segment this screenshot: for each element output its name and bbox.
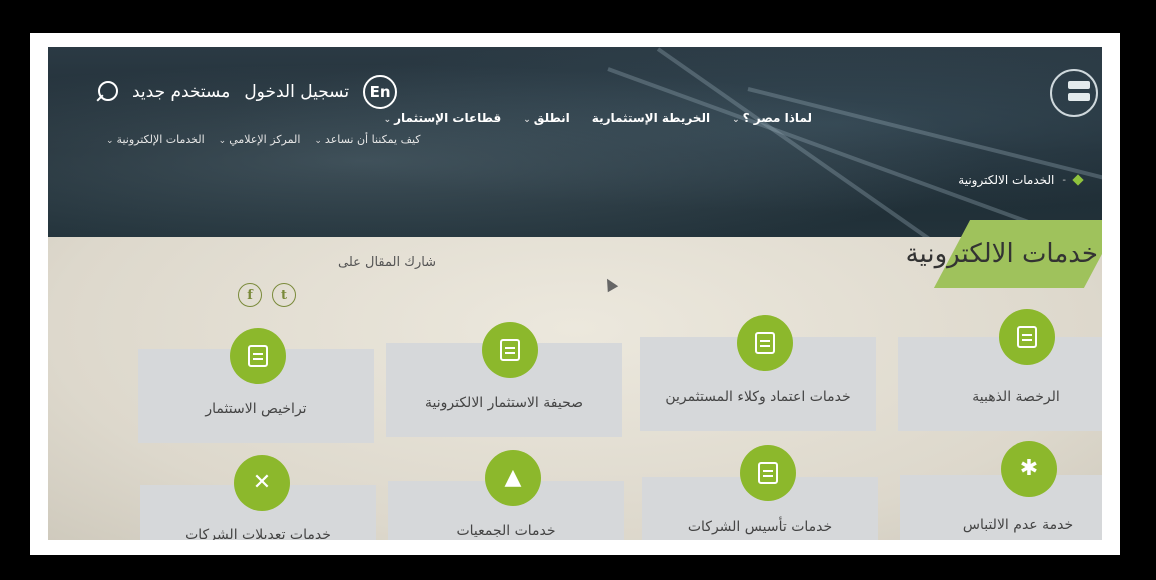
language-toggle-button[interactable]: En — [363, 75, 398, 109]
facebook-icon[interactable]: f — [238, 283, 262, 307]
nav-item-investment-sectors[interactable]: قطاعات الإستثمار⌄ — [384, 111, 502, 125]
service-label: صحيفة الاستثمار الالكترونية — [424, 395, 584, 411]
new-user-link[interactable]: مستخدم جديد — [132, 82, 230, 102]
service-label: خدمة عدم الالتباس — [962, 517, 1074, 533]
top-bar: En تسجيل الدخول مستخدم جديد — [96, 75, 398, 109]
nav-item-how-help[interactable]: كيف يمكننا أن نساعد⌄ — [314, 133, 420, 146]
login-link[interactable]: تسجيل الدخول — [244, 82, 349, 102]
browser-screen: En تسجيل الدخول مستخدم جديد لماذا مصر ؟⌄… — [48, 47, 1102, 540]
chevron-down-icon: ⌄ — [383, 115, 392, 125]
breadcrumb: - الخدمات الالكترونية — [958, 173, 1084, 187]
breadcrumb-home-icon[interactable] — [1072, 174, 1084, 186]
service-label: تراخيص الاستثمار — [205, 401, 307, 417]
certificate-icon[interactable] — [230, 328, 286, 384]
service-label: خدمات اعتماد وكلاء المستثمرين — [665, 389, 851, 405]
nav-item-launch[interactable]: انطلق⌄ — [523, 111, 570, 125]
nav-item-e-services[interactable]: الخدمات الإلكترونية⌄ — [106, 133, 205, 146]
chevron-down-icon: ⌄ — [523, 115, 531, 125]
main-navigation: لماذا مصر ؟⌄ الخريطة الإستثمارية انطلق⌄ … — [384, 111, 812, 125]
nav-item-media-center[interactable]: المركز الإعلامي⌄ — [219, 133, 301, 146]
service-label: خدمات تأسيس الشركات — [687, 519, 833, 535]
search-icon[interactable] — [96, 81, 118, 103]
building-icon[interactable]: ▲ — [485, 450, 541, 506]
license-icon[interactable] — [999, 309, 1055, 365]
service-label: خدمات الجمعيات — [456, 523, 556, 539]
social-share: t f — [238, 283, 296, 307]
clipboard-icon[interactable] — [737, 315, 793, 371]
site-logo[interactable] — [1050, 69, 1098, 117]
chevron-down-icon: ⌄ — [314, 136, 322, 146]
nav-item-why-egypt[interactable]: لماذا مصر ؟⌄ — [732, 111, 812, 125]
service-card-golden-license[interactable]: الرخصة الذهبية — [898, 337, 1102, 431]
nav-item-investment-map[interactable]: الخريطة الإستثمارية — [592, 111, 710, 125]
chevron-down-icon: ⌄ — [732, 115, 740, 125]
service-label: الرخصة الذهبية — [972, 389, 1060, 405]
service-card-non-ambiguity[interactable]: خدمة عدم الالتباس — [900, 475, 1102, 540]
secondary-navigation: كيف يمكننا أن نساعد⌄ المركز الإعلامي⌄ ال… — [106, 133, 421, 146]
service-label: خدمات تعديلات الشركات — [185, 527, 331, 540]
document-icon[interactable] — [482, 322, 538, 378]
tools-icon[interactable]: ✕ — [234, 455, 290, 511]
clipboard-icon[interactable] — [740, 445, 796, 501]
breadcrumb-current: الخدمات الالكترونية — [958, 173, 1055, 187]
group-icon[interactable]: ✱ — [1001, 441, 1057, 497]
chevron-down-icon: ⌄ — [106, 136, 114, 146]
twitter-icon[interactable]: t — [272, 283, 296, 307]
chevron-down-icon: ⌄ — [218, 136, 227, 146]
share-label: شارك المقال على — [338, 255, 437, 270]
hero-banner: En تسجيل الدخول مستخدم جديد لماذا مصر ؟⌄… — [48, 47, 1102, 292]
page-title: خدمات الالكترونية — [905, 239, 1098, 269]
